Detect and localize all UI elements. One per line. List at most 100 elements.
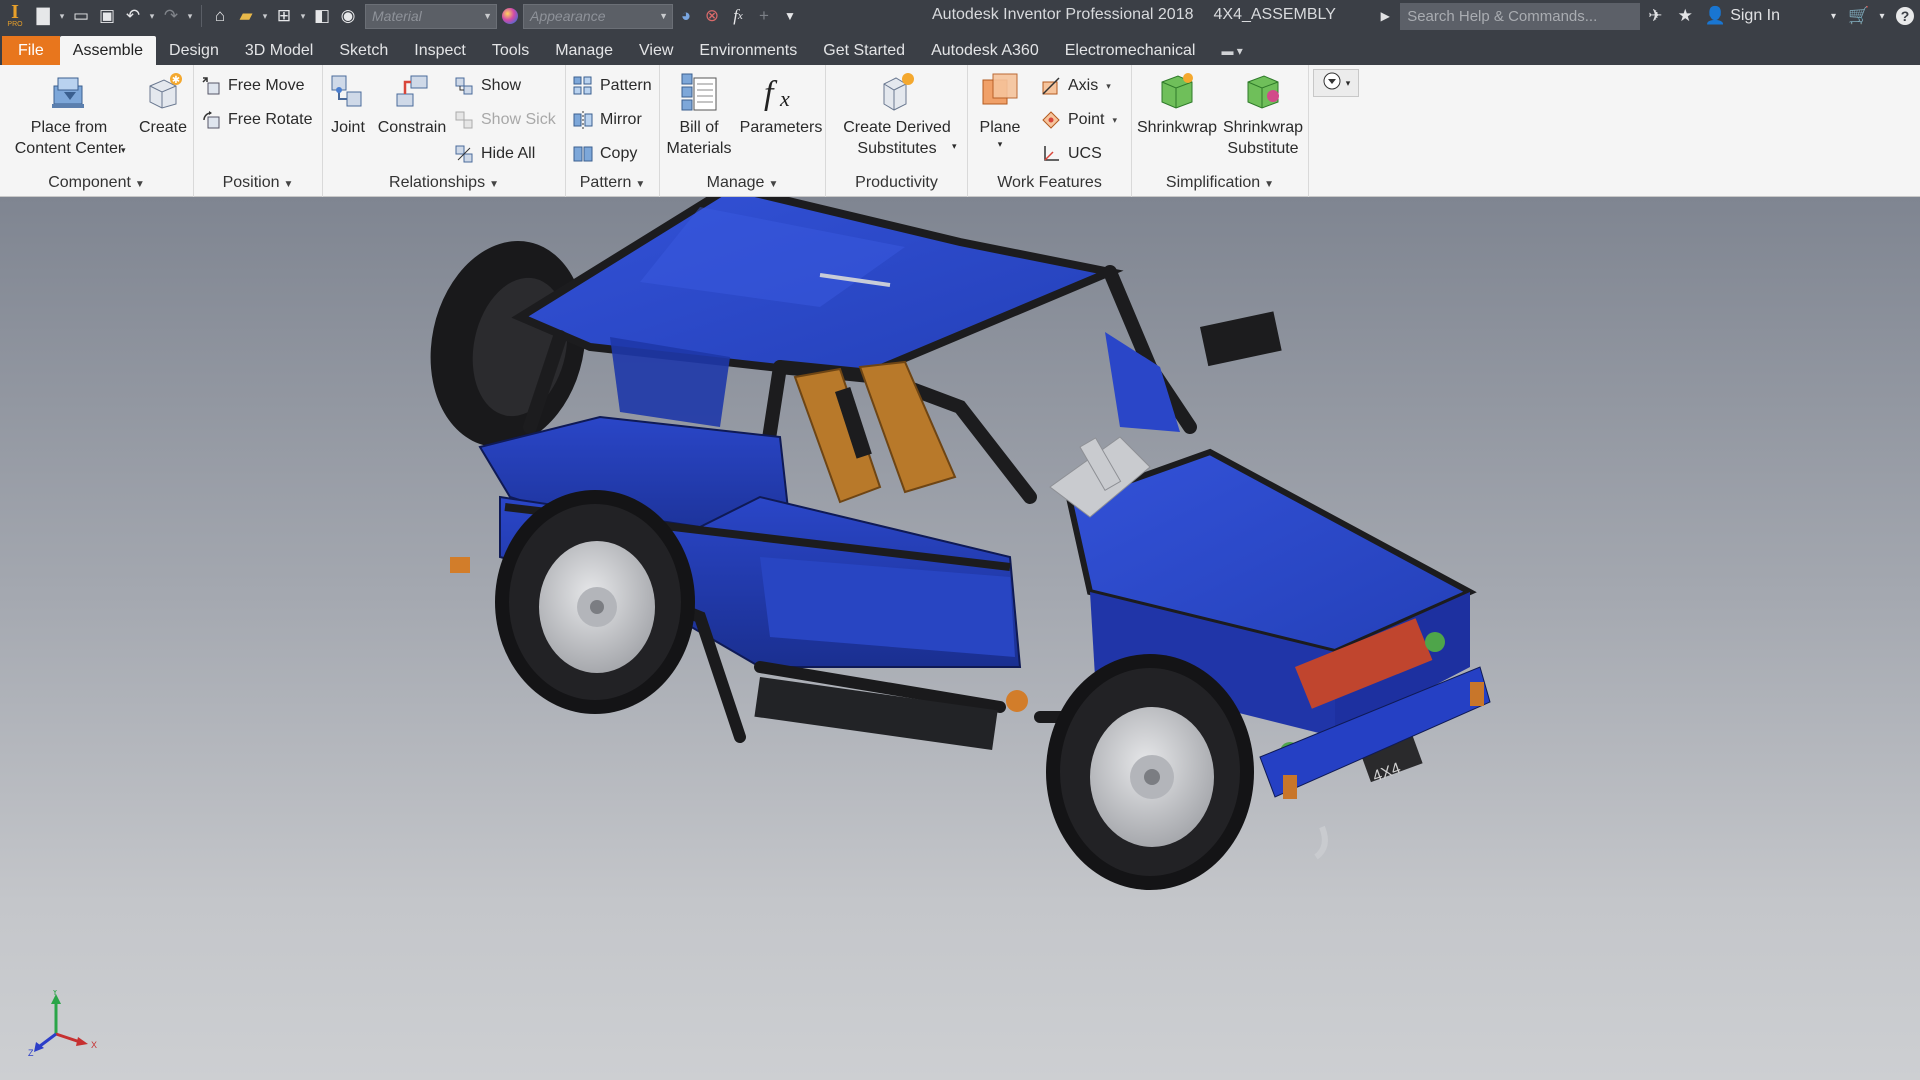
chevron-down-icon: ▼ — [1264, 179, 1275, 190]
plus-icon[interactable]: + — [751, 3, 777, 29]
free-rotate-button[interactable]: Free Rotate — [200, 107, 312, 133]
cart-icon[interactable]: 🛒 — [1844, 0, 1874, 32]
ribbon-display-toggle-icon[interactable]: ▬ ▾ — [1208, 36, 1255, 65]
create-label: Create — [138, 119, 188, 136]
tab-manage[interactable]: Manage — [542, 36, 626, 65]
panel-title-simplification[interactable]: Simplification ▼ — [1132, 171, 1308, 195]
search-expand-icon[interactable]: ▶ — [1370, 0, 1400, 32]
sign-in-dropdown-icon[interactable]: ▾ — [1784, 0, 1844, 32]
place-from-content-center-button[interactable]: Place from Content Center — [8, 69, 130, 159]
panel-work-features: Plane ▾ Axis ▾ Point ▾ UCS Work Features — [968, 65, 1132, 197]
create-component-button[interactable]: ✱ Create — [135, 69, 191, 138]
help-icon[interactable]: ? — [1890, 0, 1920, 32]
ucs-button[interactable]: UCS — [1040, 141, 1102, 167]
selection-priority-icon[interactable]: ◧ — [309, 3, 335, 29]
tab-inspect[interactable]: Inspect — [401, 36, 479, 65]
user-icon[interactable]: 👤 — [1700, 0, 1730, 32]
mirror-icon — [572, 109, 594, 131]
material-placeholder: Material — [372, 8, 422, 24]
adjust-appearance-icon[interactable]: ◕ — [673, 3, 699, 29]
parameters-button[interactable]: fx Parameters — [738, 69, 824, 138]
bill-of-materials-button[interactable]: Bill of Materials — [664, 69, 734, 159]
open-icon[interactable]: ▭ — [68, 3, 94, 29]
appearance-sphere-icon — [497, 3, 523, 29]
svg-text:x: x — [779, 86, 790, 111]
tab-tools[interactable]: Tools — [479, 36, 542, 65]
mirror-button[interactable]: Mirror — [572, 107, 642, 133]
tab-autodesk-a360[interactable]: Autodesk A360 — [918, 36, 1052, 65]
panel-title-component[interactable]: Component ▼ — [0, 171, 193, 195]
tab-sketch[interactable]: Sketch — [326, 36, 401, 65]
select-dropdown-icon[interactable]: ▾ — [297, 11, 309, 22]
show-button[interactable]: Show — [453, 73, 521, 99]
axis-label: Axis — [1068, 77, 1099, 94]
tab-assemble[interactable]: Assemble — [59, 36, 157, 65]
point-button[interactable]: Point ▾ — [1040, 107, 1117, 133]
save-icon[interactable]: ▣ — [94, 3, 120, 29]
project-icon[interactable]: ▰ — [233, 3, 259, 29]
tab-environments[interactable]: Environments — [686, 36, 810, 65]
clear-appearance-icon[interactable]: ⊗ — [699, 3, 725, 29]
panel-title-position[interactable]: Position ▼ — [194, 171, 322, 195]
axis-button[interactable]: Axis ▾ — [1040, 73, 1111, 99]
sign-in-link[interactable]: Sign In — [1730, 7, 1780, 25]
create-derived-substitutes-button[interactable]: Create Derived Substitutes — [830, 69, 964, 159]
free-move-button[interactable]: Free Move — [200, 73, 304, 99]
select-icon[interactable]: ⊞ — [271, 3, 297, 29]
panel-title-relationships[interactable]: Relationships ▼ — [323, 171, 565, 195]
graphics-viewport[interactable]: 4X4 Y X Z — [0, 197, 1920, 1080]
bom-label-line1: Bill of — [679, 119, 719, 136]
appearance-combo[interactable]: Appearance ▼ — [523, 3, 673, 29]
tab-3d-model[interactable]: 3D Model — [232, 36, 326, 65]
chevron-down-icon: ▼ — [134, 179, 145, 190]
undo-dropdown-icon[interactable]: ▾ — [146, 11, 158, 22]
panel-title-pattern[interactable]: Pattern ▼ — [566, 171, 659, 195]
parameters-label: Parameters — [739, 119, 823, 136]
shrinkwrap-substitute-button[interactable]: Shrinkwrap Substitute — [1220, 69, 1306, 159]
update-icon[interactable]: ◉ — [335, 3, 361, 29]
tab-electromechanical[interactable]: Electromechanical — [1052, 36, 1209, 65]
constrain-button[interactable]: Constrain — [377, 69, 447, 138]
derived-dropdown-icon[interactable]: ▾ — [952, 139, 957, 153]
copy-button[interactable]: Copy — [572, 141, 637, 167]
panel-title-work-features[interactable]: Work Features — [968, 171, 1131, 195]
undo-icon[interactable]: ↶ — [120, 3, 146, 29]
view-triad-icon[interactable]: Y X Z — [28, 990, 108, 1060]
customize-icon[interactable]: ▼ — [777, 3, 803, 29]
bom-label-line2: Materials — [666, 140, 732, 157]
material-combo[interactable]: Material ▼ — [365, 3, 497, 29]
joint-button[interactable]: Joint — [327, 69, 369, 138]
place-dropdown-icon[interactable]: ▾ — [121, 143, 126, 157]
project-dropdown-icon[interactable]: ▾ — [259, 11, 271, 22]
search-input[interactable]: Search Help & Commands... — [1400, 2, 1641, 30]
communication-icon[interactable]: ✈ — [1640, 0, 1670, 32]
favorites-icon[interactable]: ★ — [1670, 0, 1700, 32]
inventor-logo-icon[interactable]: I PRO — [0, 0, 30, 32]
tab-get-started[interactable]: Get Started — [810, 36, 918, 65]
axis-dropdown-icon[interactable]: ▾ — [1106, 81, 1111, 92]
tab-file[interactable]: File — [2, 36, 60, 65]
tab-view[interactable]: View — [626, 36, 686, 65]
plane-button[interactable]: Plane ▾ — [972, 69, 1028, 150]
redo-dropdown-icon[interactable]: ▾ — [184, 11, 196, 22]
tab-design[interactable]: Design — [156, 36, 232, 65]
ribbon-options-button[interactable]: ▾ — [1313, 69, 1359, 97]
point-dropdown-icon[interactable]: ▾ — [1112, 115, 1117, 126]
free-move-label: Free Move — [228, 77, 305, 94]
panel-title-manage[interactable]: Manage ▼ — [660, 171, 825, 195]
redo-icon[interactable]: ↷ — [158, 3, 184, 29]
fx-icon[interactable]: fx — [725, 3, 751, 29]
panel-title-productivity[interactable]: Productivity — [826, 171, 967, 195]
help-dropdown-icon[interactable]: ▾ — [1874, 0, 1890, 32]
new-file-icon[interactable]: ▇ — [30, 3, 56, 29]
hide-all-button[interactable]: Hide All — [453, 141, 535, 167]
shrinkwrap-button[interactable]: Shrinkwrap — [1136, 69, 1218, 138]
home-icon[interactable]: ⌂ — [207, 3, 233, 29]
new-dropdown-icon[interactable]: ▾ — [56, 11, 68, 22]
4x4-assembly-model[interactable]: 4X4 — [0, 197, 1920, 1080]
pattern-button[interactable]: Pattern — [572, 73, 652, 99]
create-component-icon: ✱ — [141, 69, 185, 113]
show-sick-button[interactable]: Show Sick — [453, 107, 556, 133]
plane-dropdown-icon[interactable]: ▾ — [998, 138, 1003, 150]
chevron-down-icon: ▼ — [768, 179, 779, 190]
